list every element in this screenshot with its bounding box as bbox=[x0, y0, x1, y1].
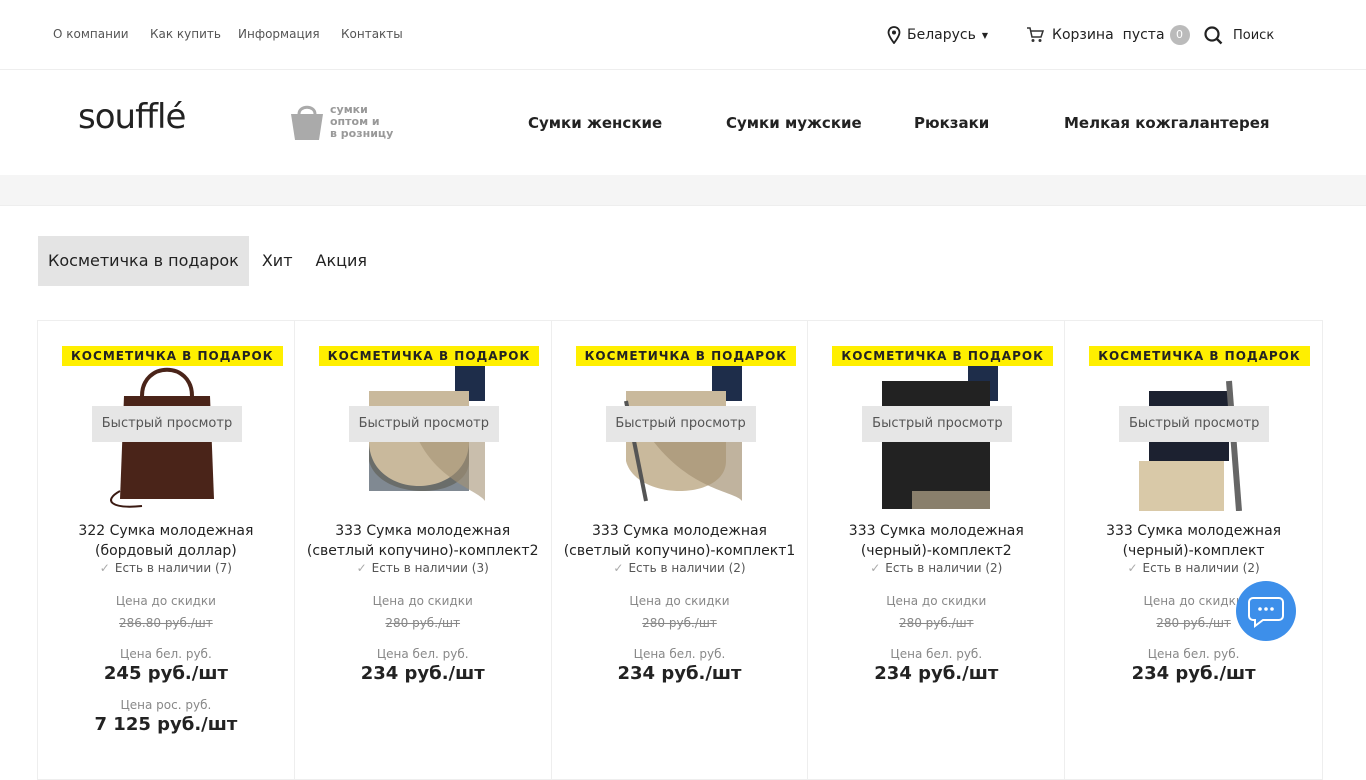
gift-sticker: Косметичка в подарок bbox=[318, 346, 540, 366]
search-button[interactable]: Поиск bbox=[1204, 24, 1274, 46]
price-by-label: Цена бел. руб. bbox=[633, 647, 726, 661]
quick-view-button[interactable]: Быстрый просмотр bbox=[1119, 406, 1270, 442]
breadcrumb-band bbox=[0, 175, 1366, 206]
price-before-label: Цена до скидки bbox=[886, 594, 987, 608]
wholesale-logo[interactable]: сумки оптом ив розницу bbox=[288, 96, 398, 148]
product-card[interactable]: Косметичка в подарок Быстрый просмотр 32… bbox=[38, 321, 295, 779]
bag-icon bbox=[291, 105, 323, 140]
price-by: 234 руб./шт bbox=[1131, 663, 1256, 684]
product-title[interactable]: 322 Сумка молодежная (бордовый доллар) bbox=[48, 521, 284, 561]
cart-status: пуста bbox=[1122, 27, 1165, 43]
chat-button[interactable] bbox=[1236, 581, 1296, 641]
old-price: 286.80 руб./шт bbox=[119, 616, 213, 630]
product-card[interactable]: Косметичка в подарок Быстрый просмотр 33… bbox=[808, 321, 1066, 779]
product-card[interactable]: Косметичка в подарок Быстрый просмотр 33… bbox=[552, 321, 809, 779]
price-by: 245 руб./шт bbox=[103, 663, 228, 684]
price-by: 234 руб./шт bbox=[360, 663, 485, 684]
tab-sale[interactable]: Акция bbox=[306, 236, 378, 286]
price-ru: 7 125 руб./шт bbox=[94, 714, 238, 735]
check-icon: ✓ bbox=[356, 561, 367, 575]
search-label: Поиск bbox=[1233, 27, 1275, 43]
product-title[interactable]: 333 Сумка молодежная (светлый копучино)-… bbox=[562, 521, 798, 561]
product-card[interactable]: Косметичка в подарок Быстрый просмотр 33… bbox=[1065, 321, 1322, 779]
wholesale-text: сумки оптом ив розницу bbox=[330, 103, 394, 140]
quick-view-button[interactable]: Быстрый просмотр bbox=[348, 406, 499, 442]
quick-view-button[interactable]: Быстрый просмотр bbox=[862, 406, 1013, 442]
top-nav-contacts[interactable]: Контакты bbox=[341, 27, 403, 41]
product-title[interactable]: 333 Сумка молодежная (черный)-комплект bbox=[1075, 521, 1312, 561]
chat-icon bbox=[1248, 597, 1284, 628]
price-before-label: Цена до скидки bbox=[372, 594, 473, 608]
check-icon: ✓ bbox=[99, 561, 110, 575]
price-by: 234 руб./шт bbox=[874, 663, 999, 684]
nav-leather-goods[interactable]: Мелкая кожгалантерея bbox=[1064, 114, 1270, 132]
region-selector[interactable]: Беларусь ▼ bbox=[887, 25, 988, 45]
old-price: 280 руб./шт bbox=[898, 616, 974, 630]
gift-sticker: Косметичка в подарок bbox=[62, 346, 283, 366]
stock-status: ✓ Есть в наличии (7) bbox=[99, 561, 232, 575]
gift-sticker: Косметичка в подарок bbox=[1089, 346, 1310, 366]
price-by-label: Цена бел. руб. bbox=[1147, 647, 1240, 661]
nav-backpacks[interactable]: Рюкзаки bbox=[914, 114, 989, 132]
old-price: 280 руб./шт bbox=[642, 616, 717, 630]
top-nav-how-to-buy[interactable]: Как купить bbox=[150, 27, 221, 41]
search-icon bbox=[1204, 25, 1223, 44]
quick-view-button[interactable]: Быстрый просмотр bbox=[605, 406, 756, 442]
top-bar: О компании Как купить Информация Контакт… bbox=[0, 0, 1366, 70]
main-header: soufflé сумки оптом ив розницу Сумки женс… bbox=[0, 71, 1366, 175]
stock-status: ✓ Есть в наличии (2) bbox=[613, 561, 746, 575]
price-before-label: Цена до скидки bbox=[629, 594, 730, 608]
price-by: 234 руб./шт bbox=[617, 663, 742, 684]
check-icon: ✓ bbox=[1127, 561, 1138, 575]
region-label: Беларусь bbox=[907, 27, 976, 43]
product-title[interactable]: 333 Сумка молодежная (светлый копучино)-… bbox=[305, 521, 541, 561]
gift-sticker: Косметичка в подарок bbox=[575, 346, 797, 366]
gift-sticker: Косметичка в подарок bbox=[832, 346, 1053, 366]
cart-count-badge: 0 bbox=[1169, 25, 1190, 45]
tab-gift[interactable]: Косметичка в подарок bbox=[38, 236, 249, 286]
check-icon: ✓ bbox=[613, 561, 624, 575]
location-pin-icon bbox=[887, 26, 901, 44]
tab-hit[interactable]: Хит bbox=[252, 236, 303, 286]
cart-label: Корзина bbox=[1052, 27, 1114, 43]
stock-status: ✓ Есть в наличии (2) bbox=[870, 561, 1003, 575]
price-by-label: Цена бел. руб. bbox=[120, 647, 212, 661]
product-tabs: Косметичка в подарок Хит Акция bbox=[38, 236, 377, 286]
nav-women-bags[interactable]: Сумки женские bbox=[528, 114, 662, 132]
top-nav-about[interactable]: О компании bbox=[53, 27, 129, 41]
stock-status: ✓ Есть в наличии (3) bbox=[356, 561, 489, 575]
product-grid: Косметичка в подарок Быстрый просмотр 32… bbox=[37, 320, 1323, 780]
price-before-label: Цена до скидки bbox=[115, 594, 216, 608]
product-title[interactable]: 333 Сумка молодежная (черный)-комплект2 bbox=[818, 521, 1054, 561]
site-logo[interactable]: soufflé bbox=[78, 97, 186, 137]
product-card[interactable]: Косметичка в подарок Быстрый просмотр 33… bbox=[295, 321, 552, 779]
old-price: 280 руб./шт bbox=[385, 616, 461, 630]
nav-men-bags[interactable]: Сумки мужские bbox=[726, 114, 862, 132]
stock-status: ✓ Есть в наличии (2) bbox=[1127, 561, 1260, 575]
price-by-label: Цена бел. руб. bbox=[890, 647, 983, 661]
price-ru-label: Цена рос. руб. bbox=[120, 698, 212, 712]
caret-down-icon: ▼ bbox=[981, 30, 989, 40]
quick-view-button[interactable]: Быстрый просмотр bbox=[92, 406, 242, 442]
cart[interactable]: Корзина пуста 0 bbox=[1026, 24, 1190, 46]
check-icon: ✓ bbox=[870, 561, 881, 575]
cart-icon bbox=[1027, 27, 1044, 42]
top-nav-info[interactable]: Информация bbox=[238, 27, 320, 41]
price-by-label: Цена бел. руб. bbox=[376, 647, 469, 661]
